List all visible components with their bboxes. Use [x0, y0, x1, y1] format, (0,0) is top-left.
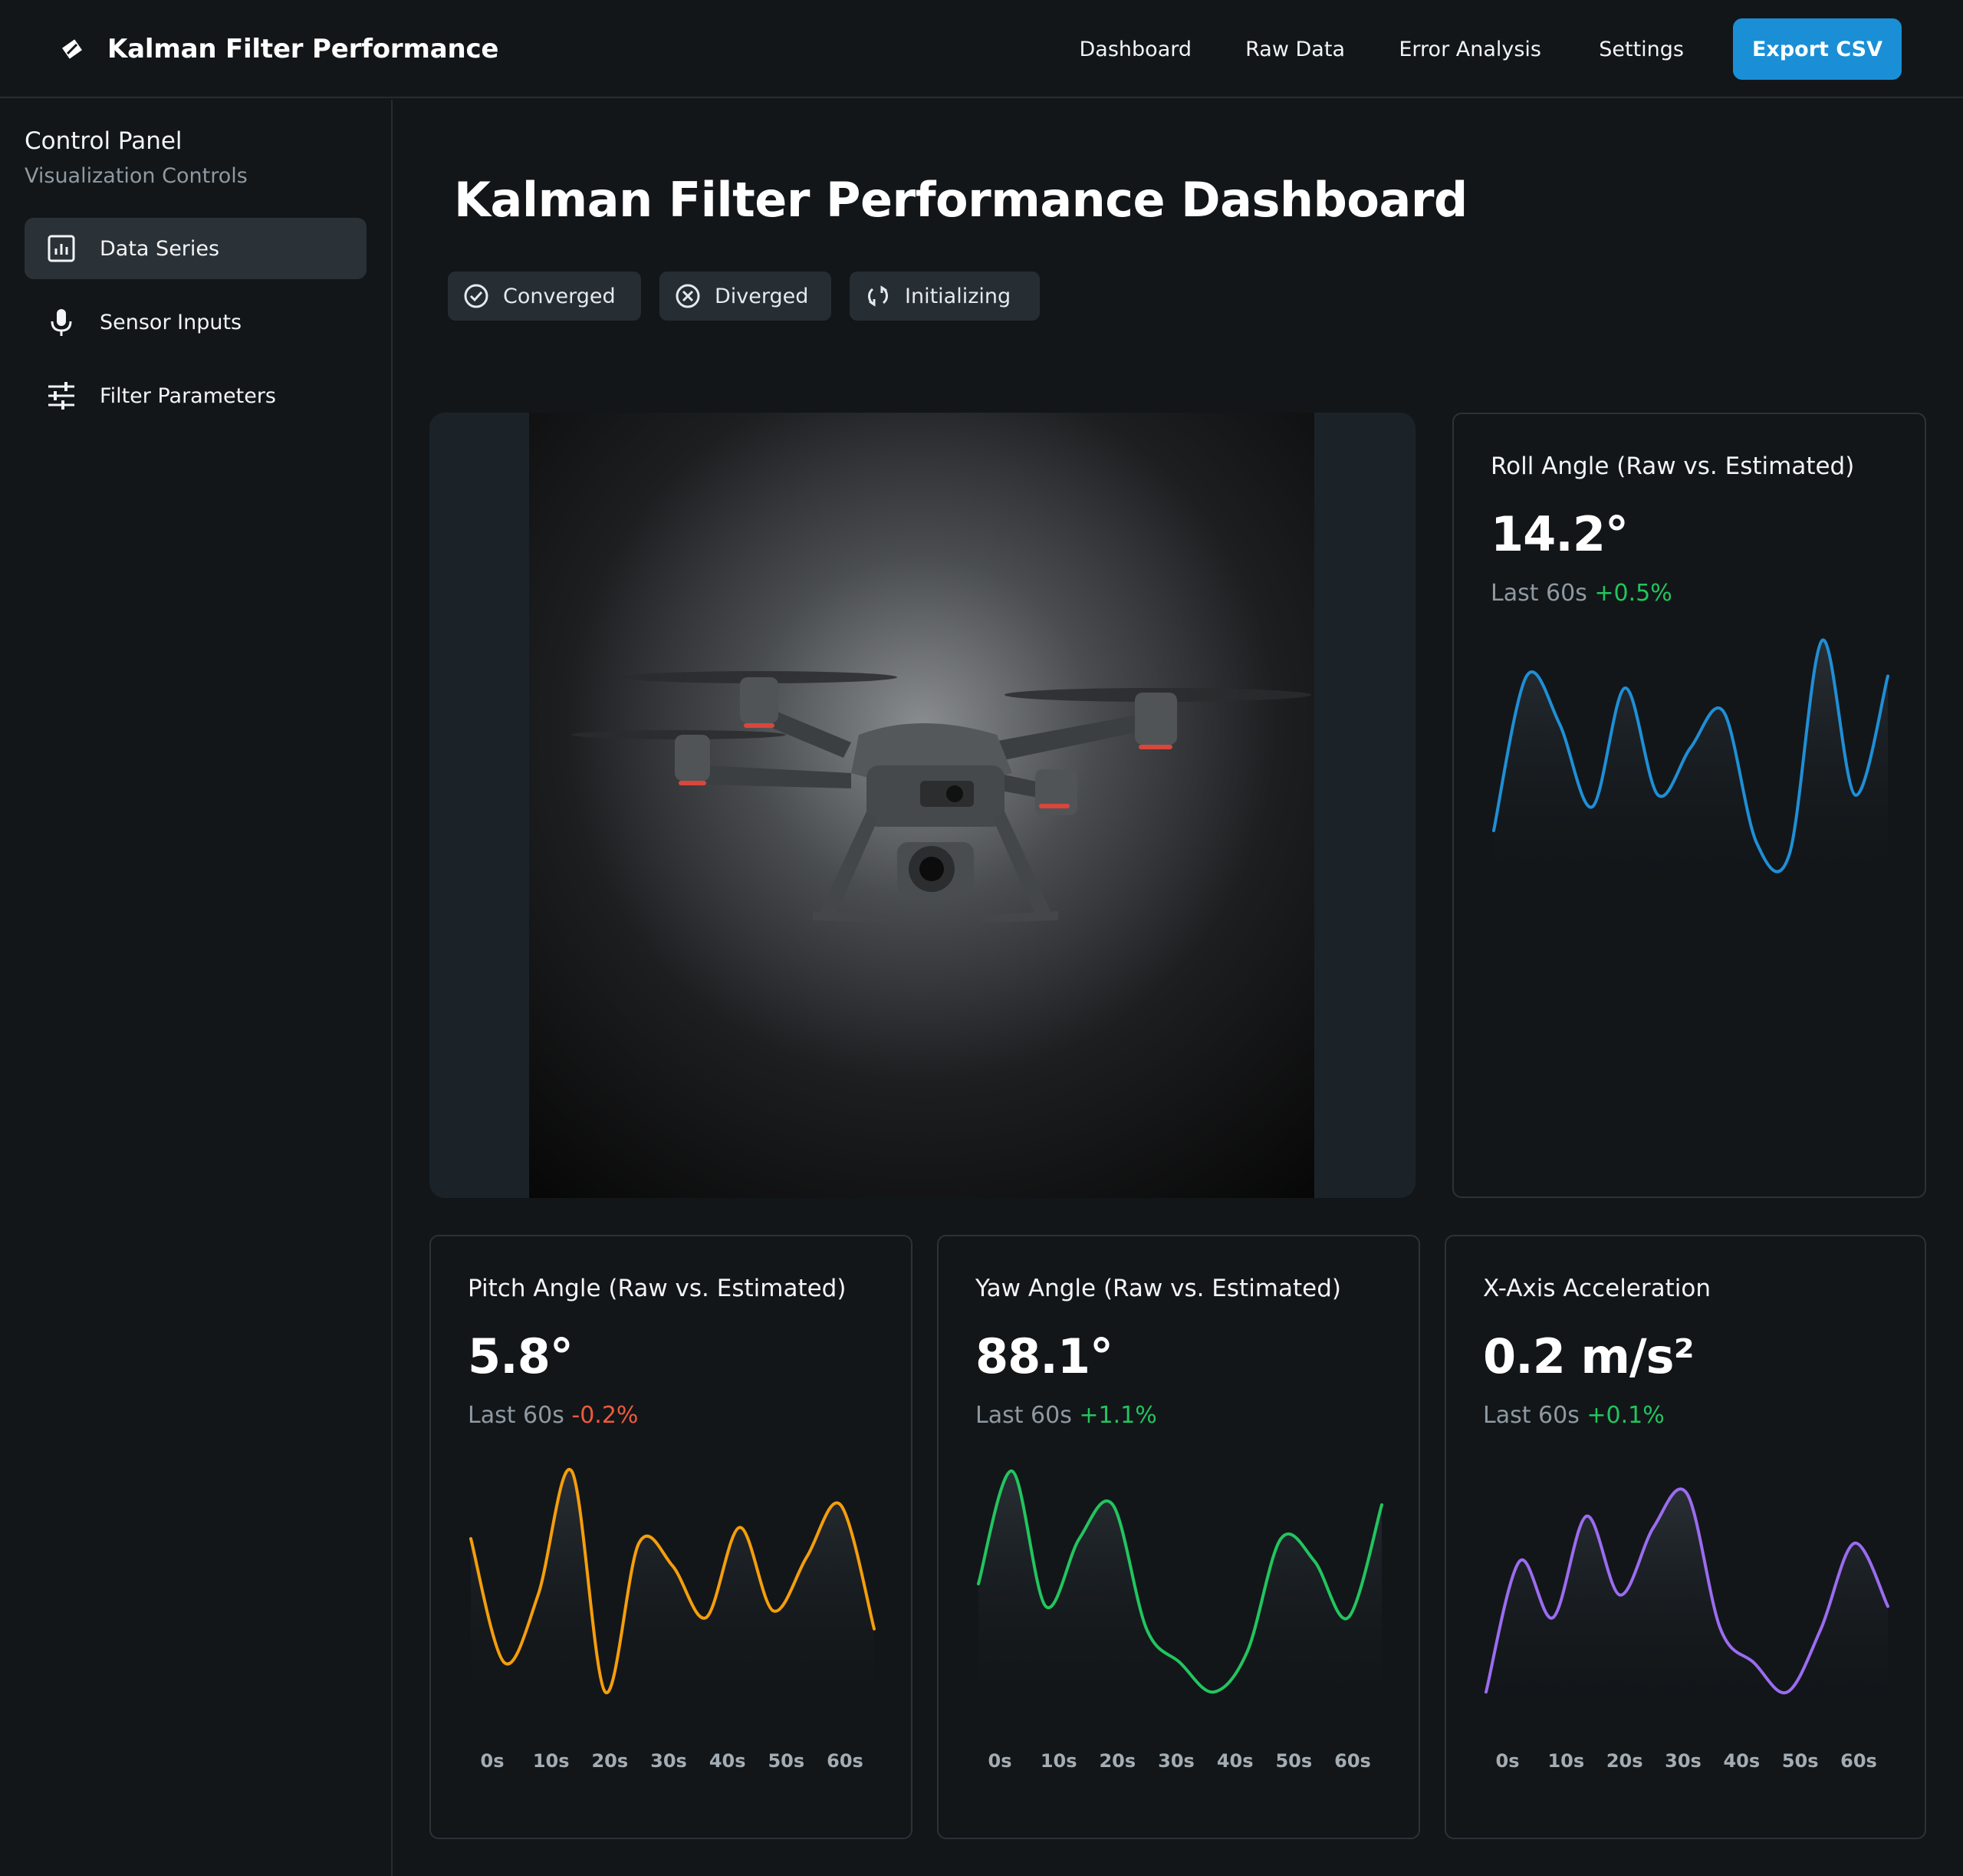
- metric-card-yaw: Yaw Angle (Raw vs. Estimated) 88.1° Last…: [937, 1235, 1420, 1839]
- sidebar-item-label: Sensor Inputs: [100, 310, 242, 334]
- x-acceleration-chart: 0s 10s 20s 30s 40s 50s 60s: [1485, 1487, 1889, 1772]
- bar-chart-icon: [46, 233, 77, 264]
- x-axis-tick-label: 40s: [1723, 1750, 1760, 1772]
- metric-card-roll: Roll Angle (Raw vs. Estimated) 14.2° Las…: [1452, 413, 1926, 1198]
- chip-label: Diverged: [715, 284, 809, 308]
- sidebar-item-filter-parameters[interactable]: Filter Parameters: [25, 365, 367, 426]
- sidebar-subtitle: Visualization Controls: [25, 164, 248, 188]
- chart-area-fill: [471, 1469, 874, 1720]
- nav-dashboard[interactable]: Dashboard: [1080, 38, 1192, 61]
- sidebar-item-sensor-inputs[interactable]: Sensor Inputs: [25, 291, 367, 353]
- x-axis-tick-label: 40s: [709, 1750, 746, 1772]
- sliders-icon: [46, 380, 77, 411]
- x-axis-tick-label: 10s: [1041, 1750, 1077, 1772]
- status-chip-converged[interactable]: Converged: [448, 272, 641, 321]
- x-axis-tick-label: 0s: [481, 1750, 505, 1772]
- status-chip-diverged[interactable]: Diverged: [659, 272, 831, 321]
- x-axis-tick-label: 40s: [1217, 1750, 1254, 1772]
- brand[interactable]: Kalman Filter Performance: [60, 0, 498, 98]
- x-axis-tick-label: 30s: [1158, 1750, 1195, 1772]
- chart-area-fill: [978, 1470, 1382, 1720]
- export-csv-button[interactable]: Export CSV: [1733, 18, 1902, 80]
- x-axis-tick-label: 50s: [1275, 1750, 1312, 1772]
- yaw-chart: 0s 10s 20s 30s 40s 50s 60s: [977, 1470, 1383, 1772]
- drone-illustration: [571, 671, 1311, 923]
- x-axis-tick-label: 60s: [1334, 1750, 1371, 1772]
- x-axis-tick-label: 20s: [591, 1750, 628, 1772]
- x-axis-tick-label: 50s: [1782, 1750, 1819, 1772]
- roll-chart: [1492, 638, 1889, 901]
- hero-image-panel: [429, 413, 1416, 1198]
- x-circle-icon: [675, 283, 701, 309]
- metric-card-pitch: Pitch Angle (Raw vs. Estimated) 5.8° Las…: [429, 1235, 912, 1839]
- nav-raw-data[interactable]: Raw Data: [1245, 38, 1345, 61]
- x-axis-tick-label: 30s: [1665, 1750, 1702, 1772]
- refresh-icon: [865, 283, 891, 309]
- sidebar: Control Panel Visualization Controls Dat…: [0, 100, 393, 1876]
- x-axis-tick-label: 0s: [988, 1750, 1012, 1772]
- x-axis-tick-label: 10s: [1547, 1750, 1584, 1772]
- chip-label: Initializing: [905, 284, 1011, 308]
- status-chip-initializing[interactable]: Initializing: [850, 272, 1040, 321]
- chart-area-fill: [1494, 640, 1888, 901]
- x-axis-tick-label: 20s: [1099, 1750, 1136, 1772]
- chart-area-fill: [1486, 1489, 1888, 1720]
- metric-card-x-acceleration: X-Axis Acceleration 0.2 m/s² Last 60s +0…: [1445, 1235, 1926, 1839]
- check-circle-icon: [463, 283, 489, 309]
- pitch-chart: 0s 10s 20s 30s 40s 50s 60s: [469, 1467, 876, 1772]
- logo-icon: [60, 37, 84, 61]
- app-title: Kalman Filter Performance: [107, 34, 499, 64]
- sidebar-title: Control Panel: [25, 127, 182, 155]
- x-axis-tick-label: 60s: [1840, 1750, 1877, 1772]
- page-title: Kalman Filter Performance Dashboard: [454, 172, 1468, 228]
- sidebar-item-label: Data Series: [100, 236, 220, 261]
- sidebar-item-data-series[interactable]: Data Series: [25, 218, 367, 279]
- x-axis-tick-label: 10s: [533, 1750, 570, 1772]
- nav-error-analysis[interactable]: Error Analysis: [1399, 38, 1541, 61]
- microphone-icon: [46, 307, 77, 337]
- top-navigation-bar: Kalman Filter Performance Dashboard Raw …: [0, 0, 1963, 98]
- nav-settings[interactable]: Settings: [1599, 38, 1684, 61]
- x-axis-tick-label: 20s: [1606, 1750, 1643, 1772]
- drone-photo: [529, 413, 1314, 1198]
- x-axis-tick-label: 30s: [650, 1750, 687, 1772]
- sidebar-item-label: Filter Parameters: [100, 383, 276, 408]
- x-axis-tick-label: 60s: [827, 1750, 863, 1772]
- x-axis-tick-label: 0s: [1496, 1750, 1520, 1772]
- chip-label: Converged: [503, 284, 616, 308]
- x-axis-tick-label: 50s: [768, 1750, 804, 1772]
